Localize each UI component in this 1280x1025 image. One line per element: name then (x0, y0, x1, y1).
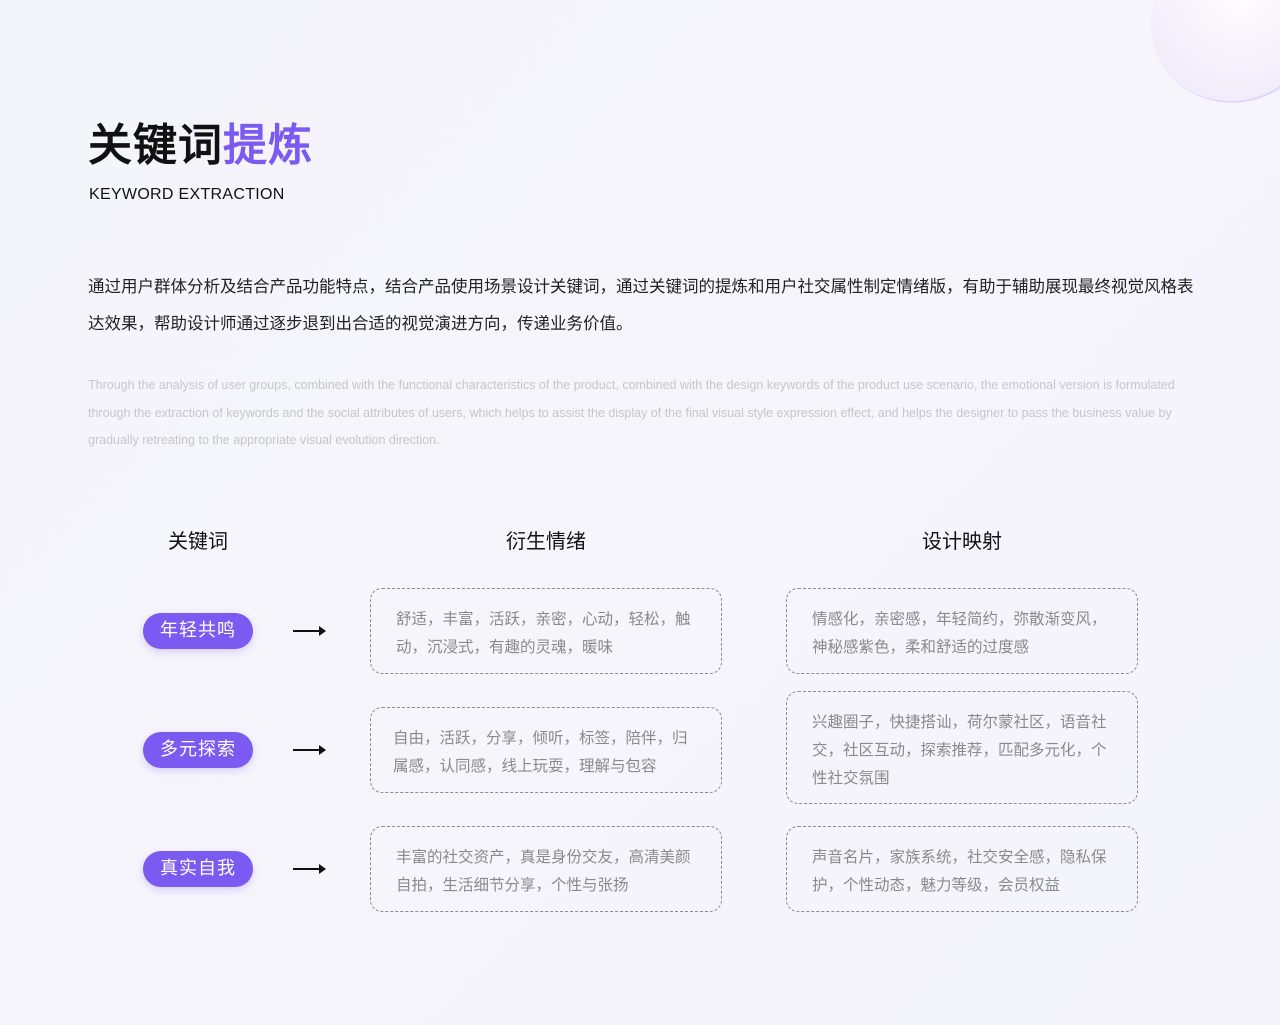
decorative-blob (1123, 0, 1280, 131)
page-title: 关键词提炼 (88, 118, 313, 174)
keyword-pill: 年轻共鸣 (143, 613, 253, 649)
intro-english: Through the analysis of user groups, com… (88, 378, 1175, 447)
emotion-box: 自由，活跃，分享，倾听，标签，陪伴，归属感，认同感，线上玩耍，理解与包容 (370, 707, 722, 793)
keyword-pill: 真实自我 (143, 851, 253, 887)
title-main: 关键词 (88, 120, 223, 171)
column-header-emotion: 衍生情绪 (506, 529, 586, 553)
emotion-box: 丰富的社交资产，真是身份交友，高清美颜自拍，生活细节分享，个性与张扬 (370, 826, 722, 912)
emotion-box: 舒适，丰富，活跃，亲密，心动，轻松，触动，沉浸式，有趣的灵魂，暖味 (370, 588, 722, 674)
arrow-right-icon (293, 745, 326, 755)
column-header-keyword: 关键词 (168, 529, 228, 553)
intro-chinese: 通过用户群体分析及结合产品功能特点，结合产品使用场景设计关键词，通过关键词的提炼… (88, 277, 1194, 333)
keyword-pill: 多元探索 (143, 732, 253, 768)
mapping-box: 情感化，亲密感，年轻简约，弥散渐变风，神秘感紫色，柔和舒适的过度感 (786, 588, 1138, 674)
arrow-right-icon (293, 864, 326, 874)
mapping-box: 声音名片，家族系统，社交安全感，隐私保护，个性动态，魅力等级，会员权益 (786, 826, 1138, 912)
column-header-mapping: 设计映射 (922, 529, 1002, 553)
arrow-right-icon (293, 626, 326, 636)
mapping-box: 兴趣圈子，快捷搭讪，荷尔蒙社区，语音社交，社区互动，探索推荐，匹配多元化，个性社… (786, 691, 1138, 804)
page-subtitle: KEYWORD EXTRACTION (89, 186, 285, 203)
title-accent: 提炼 (223, 120, 313, 171)
